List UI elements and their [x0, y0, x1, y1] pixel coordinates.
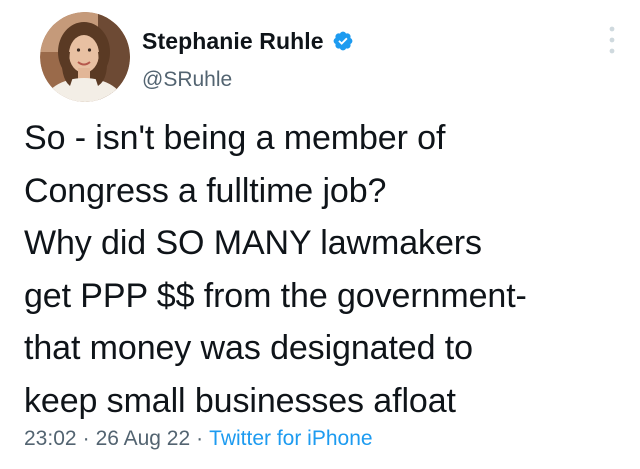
tweet-date[interactable]: 26 Aug 22 [96, 427, 191, 450]
author-info: Stephanie Ruhle @SRuhle [142, 26, 354, 92]
tweet-source-link[interactable]: Twitter for iPhone [209, 427, 372, 450]
separator-dot: · [82, 427, 90, 450]
tweet-header: Stephanie Ruhle @SRuhle [24, 12, 624, 108]
display-name-row: Stephanie Ruhle [142, 26, 354, 56]
avatar[interactable] [40, 12, 130, 102]
tweet-metadata: 23:02 · 26 Aug 22 · Twitter for iPhone [24, 427, 373, 451]
avatar-image [40, 12, 130, 102]
tweet-text: So - isn't being a member of Congress a … [24, 119, 527, 420]
handle[interactable]: @SRuhle [142, 68, 354, 92]
tweet-time[interactable]: 23:02 [24, 427, 77, 450]
separator-dot: · [196, 427, 204, 450]
tweet-card: Stephanie Ruhle @SRuhle So - isn't being… [0, 0, 640, 469]
display-name[interactable]: Stephanie Ruhle [142, 28, 324, 55]
more-options-icon[interactable] [600, 20, 624, 62]
verified-badge-icon [332, 30, 354, 52]
